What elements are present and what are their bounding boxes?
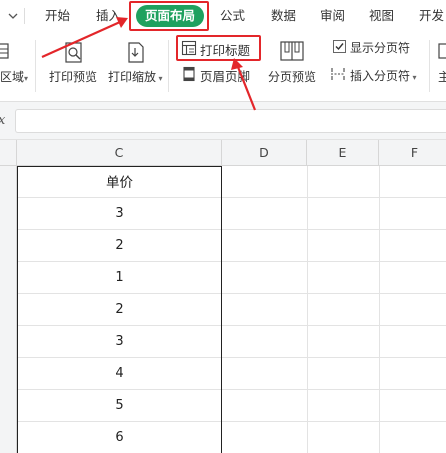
main-fragment-label[interactable]: 主 bbox=[438, 68, 446, 85]
print-titles-highlight-box bbox=[176, 35, 261, 61]
grid-line bbox=[379, 358, 380, 390]
price-cell[interactable]: 6 bbox=[17, 422, 222, 453]
print-scale-label: 打印缩放 bbox=[108, 70, 157, 84]
grid-line bbox=[307, 230, 308, 262]
grid-line bbox=[379, 166, 380, 198]
grid-line bbox=[379, 262, 380, 294]
grid-line bbox=[307, 390, 308, 422]
grid-line bbox=[379, 422, 380, 453]
print-scale-icon[interactable] bbox=[124, 41, 148, 65]
grid-line bbox=[307, 358, 308, 390]
table-row: 单价 bbox=[0, 166, 446, 198]
row-header[interactable] bbox=[0, 166, 17, 198]
chevron-down-icon[interactable] bbox=[6, 9, 20, 23]
ribbon-separator bbox=[35, 40, 36, 92]
table-row: 2 bbox=[0, 294, 446, 326]
tab-insert[interactable]: 插入 bbox=[96, 0, 121, 32]
grid-line bbox=[379, 326, 380, 358]
price-cell[interactable]: 1 bbox=[17, 262, 222, 294]
grid-line bbox=[307, 294, 308, 326]
tab-start[interactable]: 开始 bbox=[45, 0, 70, 32]
column-header-c[interactable]: C bbox=[17, 140, 222, 166]
price-cell[interactable]: 5 bbox=[17, 390, 222, 422]
grid-line bbox=[379, 294, 380, 326]
show-page-breaks-checkbox[interactable] bbox=[333, 40, 346, 53]
tab-view[interactable]: 视图 bbox=[369, 0, 394, 32]
row-header[interactable] bbox=[0, 294, 17, 326]
row-header[interactable] bbox=[0, 262, 17, 294]
table-row: 6 bbox=[0, 422, 446, 453]
page-break-preview-button[interactable]: 分页预览 bbox=[268, 68, 316, 85]
row-header[interactable] bbox=[0, 390, 17, 422]
formula-bar: x bbox=[0, 102, 446, 140]
header-cell-unit-price[interactable]: 单价 bbox=[17, 166, 222, 198]
tab-data[interactable]: 数据 bbox=[271, 0, 296, 32]
price-cell[interactable]: 4 bbox=[17, 358, 222, 390]
print-scale-button[interactable]: 打印缩放 ▾ bbox=[108, 68, 163, 85]
price-cell[interactable]: 2 bbox=[17, 230, 222, 262]
ribbon-separator bbox=[429, 40, 430, 92]
tab-review[interactable]: 审阅 bbox=[320, 0, 345, 32]
column-header-d[interactable]: D bbox=[222, 140, 307, 166]
grid-line bbox=[379, 390, 380, 422]
row-header[interactable] bbox=[0, 358, 17, 390]
dropdown-caret-icon: ▾ bbox=[24, 74, 29, 83]
row-header[interactable] bbox=[0, 422, 17, 453]
grid-line bbox=[307, 422, 308, 453]
table-row: 4 bbox=[0, 358, 446, 390]
formula-input[interactable] bbox=[15, 109, 446, 133]
table-row: 1 bbox=[0, 262, 446, 294]
tab-divider bbox=[24, 8, 25, 24]
insert-page-break-icon[interactable] bbox=[330, 66, 346, 82]
insert-page-break-button[interactable]: 插入分页符 ▾ bbox=[350, 67, 417, 84]
print-area-icon[interactable] bbox=[0, 42, 12, 62]
grid-line bbox=[307, 262, 308, 294]
header-footer-button[interactable]: 页眉页脚 bbox=[200, 66, 250, 85]
price-cell[interactable]: 3 bbox=[17, 198, 222, 230]
grid-line bbox=[379, 198, 380, 230]
row-header[interactable] bbox=[0, 326, 17, 358]
print-area-label: 区域 bbox=[0, 70, 25, 84]
table-row: 5 bbox=[0, 390, 446, 422]
tab-formula[interactable]: 公式 bbox=[220, 0, 245, 32]
tab-developer[interactable]: 开发 bbox=[419, 0, 444, 32]
page-break-preview-icon[interactable] bbox=[279, 40, 305, 64]
column-header-e[interactable]: E bbox=[307, 140, 379, 166]
ribbon-separator bbox=[168, 40, 169, 92]
ribbon-toolbar: 区域▾ 打印预览 打印缩放 ▾ 打印标题 页眉页脚 分页预览 显示分页符 插入分… bbox=[0, 32, 446, 102]
grid-line bbox=[307, 166, 308, 198]
column-header-row: C D E F bbox=[0, 140, 446, 166]
header-footer-icon[interactable] bbox=[181, 66, 197, 82]
row-header[interactable] bbox=[0, 198, 17, 230]
menu-tab-bar: 开始 插入 页面布局 公式 数据 审阅 视图 开发 bbox=[0, 0, 446, 32]
table-row: 3 bbox=[0, 198, 446, 230]
sheet-grid: 单价 3 2 1 2 3 4 5 6 bbox=[0, 166, 446, 453]
row-header[interactable] bbox=[0, 230, 17, 262]
print-area-button[interactable]: 区域▾ bbox=[0, 68, 28, 85]
row-header-corner bbox=[0, 140, 17, 166]
dropdown-caret-icon: ▾ bbox=[410, 73, 417, 82]
grid-line bbox=[379, 230, 380, 262]
price-cell[interactable]: 3 bbox=[17, 326, 222, 358]
price-cell[interactable]: 2 bbox=[17, 294, 222, 326]
print-preview-icon[interactable] bbox=[62, 41, 86, 65]
show-page-breaks-label[interactable]: 显示分页符 bbox=[350, 39, 410, 56]
fx-icon[interactable]: x bbox=[0, 113, 5, 128]
dropdown-caret-icon: ▾ bbox=[156, 74, 163, 83]
table-row: 2 bbox=[0, 230, 446, 262]
insert-page-break-label: 插入分页符 bbox=[350, 69, 411, 83]
column-header-f[interactable]: F bbox=[379, 140, 446, 166]
theme-icon[interactable] bbox=[438, 42, 446, 62]
page-layout-highlight-box bbox=[129, 1, 209, 31]
table-row: 3 bbox=[0, 326, 446, 358]
print-preview-button[interactable]: 打印预览 bbox=[49, 68, 97, 85]
grid-line bbox=[307, 198, 308, 230]
grid-line bbox=[307, 326, 308, 358]
